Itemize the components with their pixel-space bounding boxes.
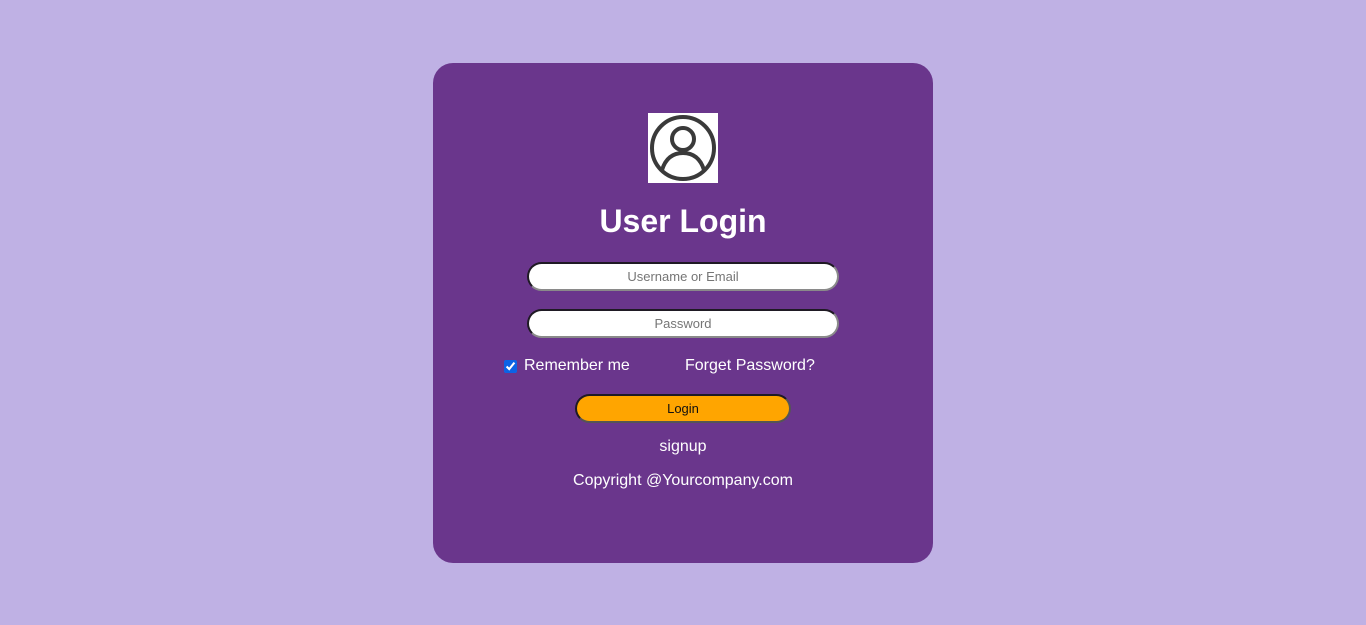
remember-me[interactable]: Remember me [504, 355, 630, 377]
remember-me-checkbox[interactable] [504, 359, 517, 373]
copyright-text: Copyright @Yourcompany.com [573, 472, 793, 489]
login-card: User Login Remember me Forget Password? … [433, 63, 933, 563]
login-button[interactable]: Login [575, 394, 791, 423]
username-input[interactable] [527, 262, 839, 291]
signup-link[interactable]: signup [433, 436, 933, 458]
password-input[interactable] [527, 309, 839, 338]
forgot-password-link[interactable]: Forget Password? [685, 355, 815, 377]
user-circle-icon [648, 113, 718, 183]
page-title: User Login [599, 203, 767, 239]
remember-me-label: Remember me [524, 357, 630, 374]
